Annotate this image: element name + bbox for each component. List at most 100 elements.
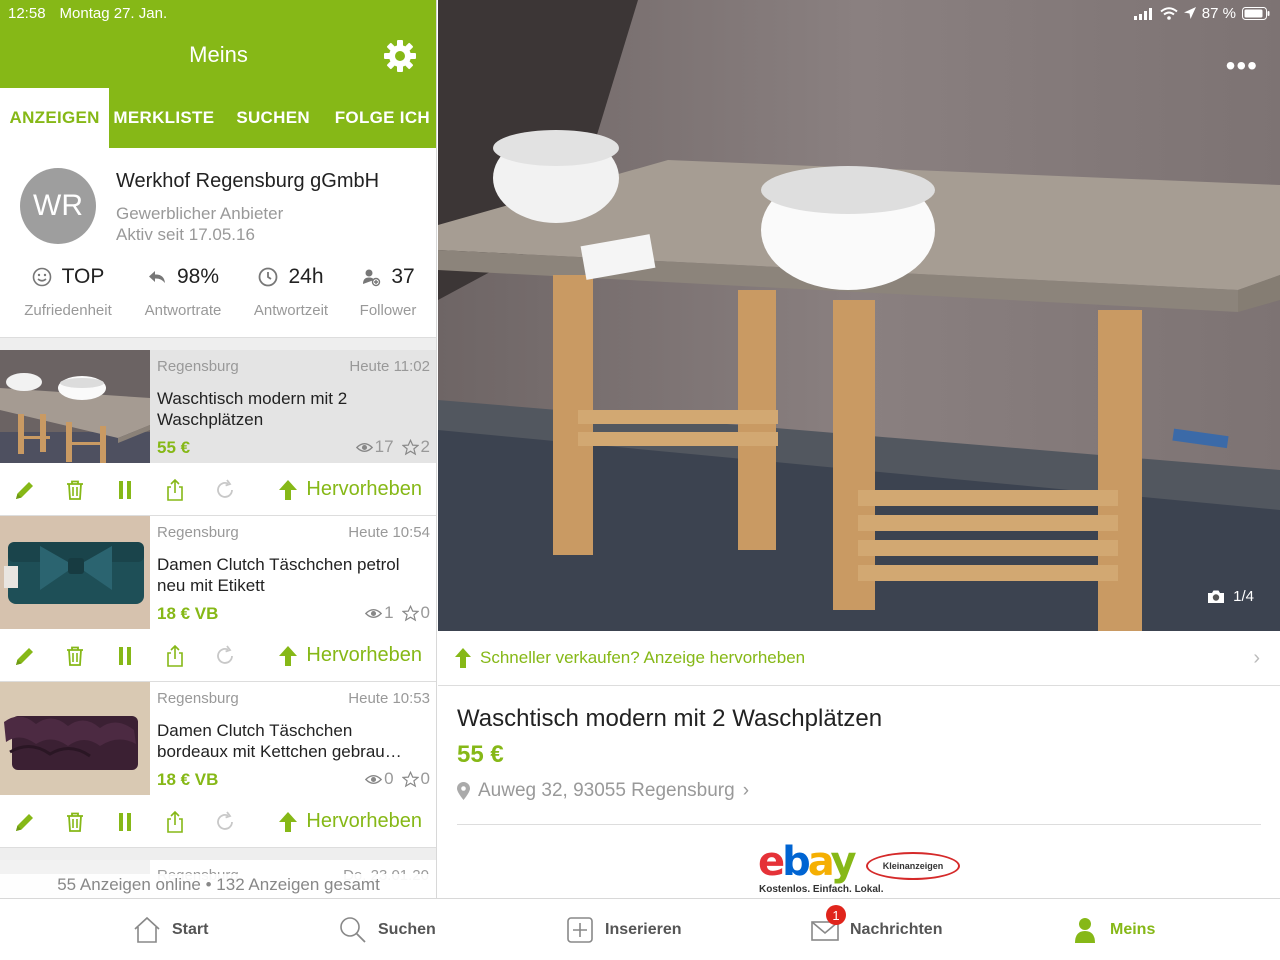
renew-button[interactable]	[200, 478, 250, 502]
gear-icon[interactable]	[382, 38, 418, 74]
follower-icon	[363, 269, 381, 287]
pencil-icon	[16, 813, 33, 831]
trash-icon	[67, 480, 83, 500]
listing-row[interactable]: Regensburg Heute 10:54 Damen Clutch Täsc…	[0, 516, 436, 629]
location-arrow-icon	[1183, 7, 1196, 19]
address-text: Auweg 32, 93055 Regensburg	[478, 780, 735, 801]
pause-button[interactable]	[100, 478, 150, 502]
views-count: 1	[384, 603, 394, 622]
nav-suchen[interactable]: Suchen	[338, 899, 436, 960]
star-icon	[401, 438, 419, 455]
chevron-right-icon: ›	[1253, 647, 1260, 669]
avatar: WR	[20, 168, 96, 244]
nav-nachrichten[interactable]: 1 Nachrichten	[810, 899, 942, 960]
refresh-icon	[217, 644, 233, 664]
listing-photo[interactable]: 87 % ••• 1/4	[438, 0, 1280, 631]
promote-button[interactable]: Hervorheben	[278, 810, 422, 833]
stat-reply-time: 24h Antwortzeit	[230, 262, 352, 319]
listings-summary: 55 Anzeigen online • 132 Anzeigen gesamt	[0, 874, 436, 898]
listing-stats: 1 0	[365, 603, 430, 623]
tab-suchen[interactable]: SUCHEN	[219, 88, 328, 148]
signal-icon	[1133, 7, 1152, 20]
listing-price: 55 €	[157, 438, 191, 457]
ad-address[interactable]: Auweg 32, 93055 Regensburg ›	[457, 780, 749, 802]
tab-merkliste[interactable]: MERKLISTE	[109, 88, 218, 148]
stat-followers: 37 Follower	[352, 262, 424, 319]
listing-date: Heute 10:54	[348, 524, 430, 541]
bottom-nav: Start Suchen Inserieren 1 Nachrichten Me…	[0, 898, 1280, 960]
delete-button[interactable]	[50, 810, 100, 834]
share-button[interactable]	[150, 478, 200, 502]
nav-inserieren[interactable]: Inserieren	[565, 899, 681, 960]
views-count: 17	[374, 437, 394, 456]
delete-button[interactable]	[50, 478, 100, 502]
stat-value: 98%	[176, 265, 220, 288]
promote-button[interactable]: Hervorheben	[278, 478, 422, 501]
stat-value: TOP	[61, 265, 105, 288]
section-gap	[0, 338, 436, 350]
promote-label: Hervorheben	[306, 478, 422, 500]
promote-button[interactable]: Hervorheben	[278, 644, 422, 667]
stat-label: Zufriedenheit	[24, 302, 112, 319]
stat-reply-rate: 98% Antwortrate	[136, 262, 230, 319]
star-icon	[401, 770, 419, 787]
listing-stats: 17 2	[355, 437, 430, 457]
ad-price: 55 €	[457, 741, 504, 768]
status-time: 12:58	[8, 5, 46, 22]
listing-location: Regensburg	[157, 690, 239, 707]
chevron-right-icon: ›	[742, 780, 750, 801]
plus-square-icon	[567, 917, 593, 943]
edit-button[interactable]	[0, 810, 50, 834]
smiley-icon	[32, 267, 51, 287]
watchers-count: 2	[420, 437, 430, 456]
arrow-up-icon	[455, 648, 471, 668]
more-options-icon[interactable]: •••	[1226, 50, 1258, 82]
listing-actions: Hervorheben	[0, 463, 436, 516]
status-date: Montag 27. Jan.	[59, 5, 168, 22]
listing-location: Regensburg	[157, 358, 239, 375]
status-bar-left: 12:58 Montag 27. Jan.	[8, 5, 181, 22]
watchers-count: 0	[420, 769, 430, 788]
nav-start[interactable]: Start	[132, 899, 208, 960]
logo-wordmark: ebay	[758, 839, 857, 885]
camera-icon	[1208, 590, 1225, 603]
pause-button[interactable]	[100, 810, 150, 834]
pause-button[interactable]	[100, 644, 150, 668]
renew-button[interactable]	[200, 644, 250, 668]
listing-thumbnail	[0, 516, 150, 629]
listing-date: Heute 11:02	[349, 358, 430, 375]
arrow-up-icon	[279, 811, 298, 832]
refresh-icon	[217, 478, 233, 498]
app-root: 12:58 Montag 27. Jan. Meins ANZEIGEN MER…	[0, 0, 1280, 960]
eye-icon	[365, 774, 383, 784]
boost-text: Schneller verkaufen? Anzeige hervorheben	[480, 648, 806, 667]
tab-anzeigen[interactable]: ANZEIGEN	[0, 88, 110, 148]
edit-button[interactable]	[0, 644, 50, 668]
nav-meins[interactable]: Meins	[1070, 899, 1155, 960]
listing-item: Regensburg Heute 10:54 Damen Clutch Täsc…	[0, 516, 436, 682]
seller-profile: WR Werkhof Regensburg gGmbH Gewerblicher…	[0, 148, 436, 338]
watchers-count: 0	[420, 603, 430, 622]
listing-item: Regensburg Heute 10:53 Damen Clutch Täsc…	[0, 682, 436, 848]
eye-icon	[355, 442, 373, 452]
status-bar-right: 87 %	[1133, 5, 1270, 22]
listing-row[interactable]: Regensburg Heute 11:02 Waschtisch modern…	[0, 350, 436, 463]
photo-counter: 1/4	[1207, 588, 1254, 605]
battery-percent: 87 %	[1201, 5, 1236, 22]
edit-button[interactable]	[0, 478, 50, 502]
promote-label: Hervorheben	[306, 644, 422, 666]
share-button[interactable]	[150, 644, 200, 668]
photo-counter-text: 1/4	[1233, 588, 1254, 605]
stat-satisfaction: TOP Zufriedenheit	[0, 262, 136, 319]
delete-button[interactable]	[50, 644, 100, 668]
renew-button[interactable]	[200, 810, 250, 834]
home-icon	[134, 916, 160, 943]
eye-icon	[365, 608, 383, 618]
tab-folge-ich[interactable]: FOLGE ICH	[328, 88, 436, 148]
share-icon	[167, 810, 183, 833]
listing-row[interactable]: Regensburg Heute 10:53 Damen Clutch Täsc…	[0, 682, 436, 795]
boost-banner[interactable]: Schneller verkaufen? Anzeige hervorheben…	[438, 631, 1280, 686]
header: 12:58 Montag 27. Jan. Meins ANZEIGEN MER…	[0, 0, 436, 148]
share-button[interactable]	[150, 810, 200, 834]
stat-label: Antwortzeit	[253, 302, 329, 319]
